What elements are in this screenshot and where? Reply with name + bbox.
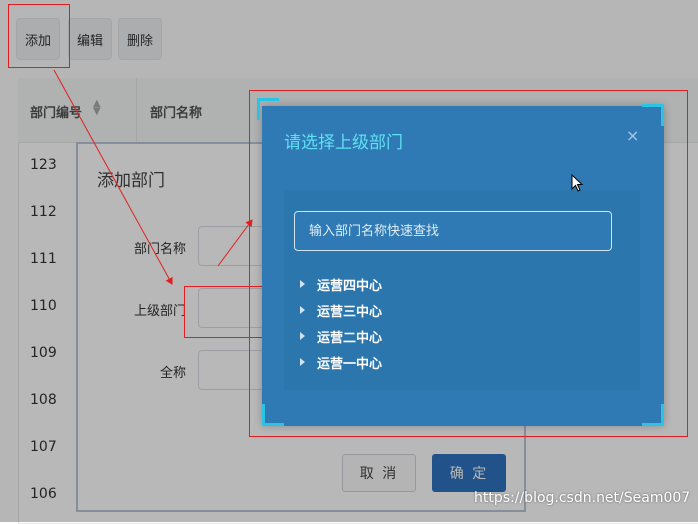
watermark: https://blog.csdn.net/Seam007 — [474, 490, 691, 506]
expand-caret-icon[interactable] — [300, 332, 305, 340]
tree-node-label: 运营三中心 — [317, 304, 383, 320]
arrow-parent-to-picker — [217, 219, 253, 267]
tree-node[interactable]: 运营二中心 — [300, 325, 382, 347]
picker-title: 请选择上级部门 — [284, 133, 403, 153]
corner-decoration — [642, 404, 664, 426]
corner-decoration — [262, 404, 284, 426]
corner-decoration — [257, 98, 279, 120]
tree-node[interactable]: 运营一中心 — [300, 351, 382, 373]
mouse-cursor-icon — [571, 174, 584, 192]
expand-caret-icon[interactable] — [300, 358, 305, 366]
close-icon[interactable]: × — [626, 126, 639, 145]
dept-search-input[interactable] — [294, 211, 612, 251]
tree-node-label: 运营四中心 — [317, 278, 383, 294]
tree-node[interactable]: 运营三中心 — [300, 299, 382, 321]
tree-node[interactable]: 运营四中心 — [300, 273, 382, 295]
expand-caret-icon[interactable] — [300, 280, 305, 288]
expand-caret-icon[interactable] — [300, 306, 305, 314]
arrow-add-to-parent — [53, 69, 173, 285]
tree-node-label: 运营一中心 — [317, 356, 383, 372]
tree-node-label: 运营二中心 — [317, 330, 383, 346]
corner-decoration — [642, 104, 664, 126]
